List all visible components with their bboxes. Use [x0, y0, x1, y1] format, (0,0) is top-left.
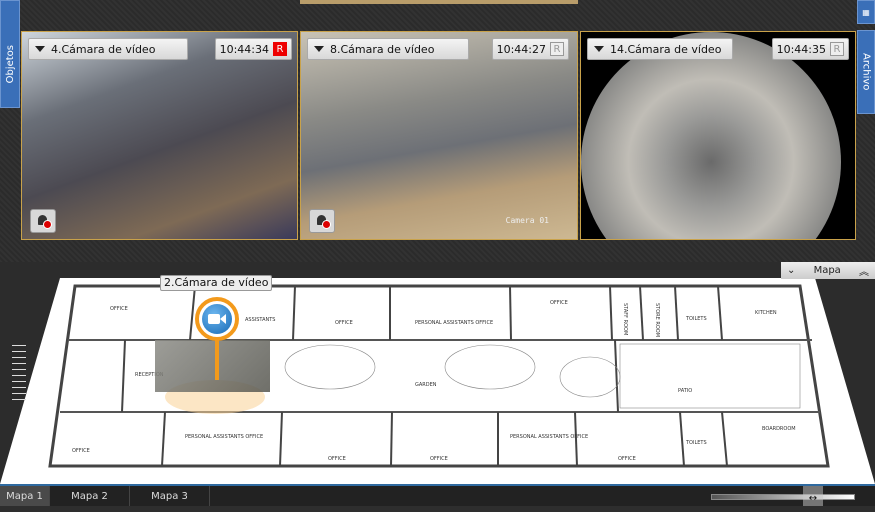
room-label: TOILETS: [685, 316, 707, 322]
tab-mapa-1[interactable]: Mapa 1: [0, 486, 50, 506]
room-label: ASSISTANTS: [245, 317, 275, 323]
camera-timestamp: 10:44:27 R: [491, 38, 569, 60]
room-label: OFFICE: [550, 300, 568, 306]
grid-icon[interactable]: ▦: [857, 0, 875, 24]
camera-tile-8[interactable]: 8.Cámara de vídeo 10:44:27 R Camera 01: [300, 31, 578, 240]
room-label: TOILETS: [685, 440, 707, 446]
floor-plan: OFFICE ASSISTANTS OFFICE PERSONAL ASSIST…: [0, 278, 875, 484]
room-label: PERSONAL ASSISTANTS OFFICE: [415, 320, 493, 326]
camera-video-feed: [301, 32, 577, 239]
camera-preview-thumbnail[interactable]: [155, 340, 270, 392]
dropdown-icon: [314, 46, 324, 52]
camera-title-menu[interactable]: 8.Cámara de vídeo: [307, 38, 469, 60]
camera-fisheye-feed: [581, 32, 841, 239]
objects-tab-label: Objetos: [4, 44, 16, 84]
timestamp-text: 10:44:27: [496, 42, 546, 56]
camera-title-menu[interactable]: 4.Cámara de vídeo: [28, 38, 188, 60]
timestamp-text: 10:44:35: [776, 42, 826, 56]
dropdown-icon: [594, 46, 604, 52]
room-label: PERSONAL ASSISTANTS OFFICE: [185, 434, 263, 440]
tab-mapa-2[interactable]: Mapa 2: [50, 486, 130, 506]
room-label: OFFICE: [335, 320, 353, 326]
timestamp-text: 10:44:34: [219, 42, 269, 56]
camera-title: 14.Cámara de vídeo: [610, 42, 722, 56]
room-label: OFFICE: [110, 306, 128, 312]
video-camera-icon: [202, 304, 232, 334]
room-label: STAFF ROOM: [622, 303, 628, 335]
camera-timestamp: 10:44:34 R: [214, 38, 292, 60]
objects-panel-tab[interactable]: Objetos: [0, 0, 20, 108]
alarm-button[interactable]: [309, 209, 335, 233]
record-indicator[interactable]: R: [550, 42, 564, 56]
camera-tile-4[interactable]: 4.Cámara de vídeo 10:44:34 R: [21, 31, 298, 240]
room-label: OFFICE: [328, 456, 346, 462]
resize-handle-icon[interactable]: ↔: [803, 486, 823, 506]
room-label: OFFICE: [72, 448, 90, 454]
map-zoom-slider[interactable]: [8, 340, 30, 420]
camera-timestamp: 10:44:35 R: [771, 38, 849, 60]
room-label: KITCHEN: [755, 310, 777, 316]
chevron-down-icon: ⌄: [787, 265, 796, 276]
record-indicator[interactable]: R: [273, 42, 287, 56]
archive-panel-tab[interactable]: Archivo: [857, 30, 875, 114]
video-wall: Objetos ▦ Archivo 4.Cámara de vídeo 10:4…: [0, 0, 875, 262]
room-label: STORE ROOM: [654, 303, 660, 337]
archive-tab-label: Archivo: [860, 53, 872, 91]
room-label: PATIO: [678, 388, 692, 394]
camera-pin[interactable]: [195, 297, 239, 341]
camera-title-menu[interactable]: 14.Cámara de vídeo: [587, 38, 733, 60]
camera-title: 4.Cámara de vídeo: [51, 42, 156, 56]
camera-tile-partial: [300, 0, 578, 4]
tab-mapa-3[interactable]: Mapa 3: [130, 486, 210, 506]
camera-overlay-text: Camera 01: [505, 216, 549, 225]
camera-title: 8.Cámara de vídeo: [330, 42, 435, 56]
room-label: GARDEN: [415, 382, 437, 388]
record-indicator[interactable]: R: [830, 42, 844, 56]
room-label: PERSONAL ASSISTANTS OFFICE: [510, 434, 588, 440]
camera-pin-stem: [215, 340, 219, 380]
map-view[interactable]: OFFICE ASSISTANTS OFFICE PERSONAL ASSIST…: [0, 262, 875, 484]
map-tabs: Mapa 1 Mapa 2 Mapa 3 ↔: [0, 484, 875, 506]
alarm-button[interactable]: [30, 209, 56, 233]
map-panel-toggle[interactable]: ⌄ Mapa ︽: [781, 262, 875, 279]
camera-tile-14[interactable]: 14.Cámara de vídeo 10:44:35 R: [580, 31, 856, 240]
room-label: OFFICE: [618, 456, 636, 462]
map-scale-bar: [711, 494, 855, 500]
dropdown-icon: [35, 46, 45, 52]
chevron-up-icon: ︽: [859, 267, 869, 278]
room-label: BOARDROOM: [762, 426, 796, 432]
map-camera-label: 2.Cámara de vídeo: [160, 275, 273, 291]
room-label: OFFICE: [430, 456, 448, 462]
camera-video-feed: [22, 32, 297, 239]
map-panel-label: Mapa: [813, 265, 841, 276]
